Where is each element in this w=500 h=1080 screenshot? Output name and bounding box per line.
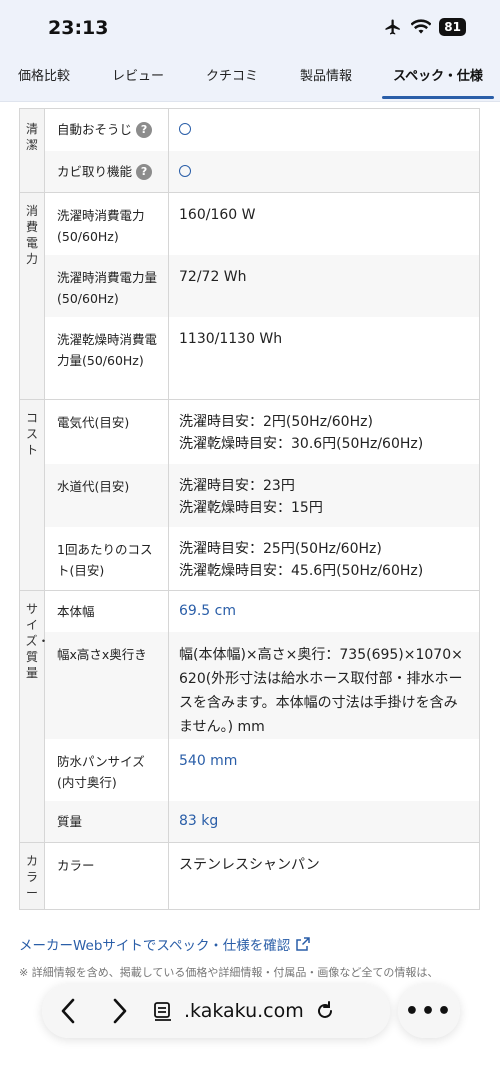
spec-value-link[interactable]: 83 kg (169, 801, 479, 842)
battery-icon: 81 (439, 18, 466, 36)
maker-spec-link[interactable]: メーカーWebサイトでスペック・仕様を確認 (19, 934, 310, 954)
spec-value: 1130/1130 Wh (179, 331, 283, 347)
circle-icon (179, 123, 191, 135)
spec-value: 72/72 Wh (179, 269, 247, 285)
reload-icon[interactable] (314, 1000, 336, 1022)
tab-bar: 価格比較 レビュー クチコミ 製品情報 スペック・仕様 (0, 58, 500, 102)
external-link-icon (296, 937, 310, 951)
spec-label: 質量 (45, 801, 169, 842)
table-row: 洗濯時消費電力量(50/60Hz) 72/72 Wh (45, 255, 479, 317)
spec-label: 水道代(目安) (45, 464, 169, 527)
spec-group-color: カラー カラー ステンレスシャンパン (19, 843, 480, 910)
spec-label: 洗濯時消費電力量(50/60Hz) (45, 255, 169, 317)
tab-specs[interactable]: スペック・仕様 (376, 58, 500, 101)
spec-group-size-weight: サイズ・質量 本体幅 69.5 cm 幅x高さx奥行き 幅(本体幅)×高さ×奥行… (19, 591, 480, 843)
spec-group-power: 消費電力 洗濯時消費電力(50/60Hz) 160/160 W 洗濯時消費電力量… (19, 193, 480, 400)
status-bar: 23:13 81 (0, 0, 500, 58)
tab-reviews[interactable]: レビュー (88, 58, 188, 101)
spec-label: 防水パンサイズ(内寸奥行) (45, 739, 169, 801)
group-label: 消費電力 (20, 193, 45, 399)
spec-table: 清潔 自動おそうじ? カビ取り機能? 消費電力 洗濯時消費電力(50/60Hz)… (19, 108, 480, 910)
url-text[interactable]: .kakaku.com (184, 1000, 304, 1022)
forward-button[interactable] (94, 984, 146, 1038)
spec-value: 幅(本体幅)×高さ×奥行：735(695)×1070×620(外形寸法は給水ホー… (179, 647, 463, 735)
spec-group-cost: コスト 電気代(目安) 洗濯時目安：2円(50Hz/60Hz) 洗濯乾燥時目安：… (19, 400, 480, 591)
spec-value: ステンレスシャンパン (179, 857, 320, 873)
spec-label: 洗濯時消費電力(50/60Hz) (45, 193, 169, 255)
table-row: カラー ステンレスシャンパン (45, 843, 479, 909)
group-label: コスト (20, 400, 45, 590)
spec-group-cleaning: 清潔 自動おそうじ? カビ取り機能? (19, 109, 480, 193)
spec-value-line: 洗濯時目安：25円(50Hz/60Hz) (179, 541, 382, 557)
spec-value-line: 洗濯乾燥時目安：30.6円(50Hz/60Hz) (179, 436, 424, 452)
spec-value-link[interactable]: 69.5 cm (169, 591, 479, 632)
table-row: 質量 83 kg (45, 801, 479, 842)
group-label: カラー (20, 843, 45, 909)
spec-value-line: 洗濯時目安：23円 (179, 478, 295, 494)
table-row: 自動おそうじ? (45, 109, 479, 151)
status-icons: 81 (383, 18, 466, 36)
airplane-icon (385, 19, 401, 35)
table-row: カビ取り機能? (45, 151, 479, 192)
reader-icon[interactable] (152, 1000, 174, 1022)
browser-toolbar: .kakaku.com (42, 984, 390, 1038)
spec-value-line: 洗濯時目安：2円(50Hz/60Hz) (179, 414, 373, 430)
forward-icon (113, 998, 127, 1024)
spec-value: 160/160 W (179, 207, 256, 223)
back-icon (61, 998, 75, 1024)
note-text: ※ 詳細情報を含め、掲載している価格や詳細情報・付属品・画像など全ての情報は、 (19, 966, 439, 979)
table-row: 水道代(目安) 洗濯時目安：23円 洗濯乾燥時目安：15円 (45, 464, 479, 527)
help-icon[interactable]: ? (136, 122, 153, 138)
status-time: 23:13 (48, 17, 109, 39)
tab-price-compare[interactable]: 価格比較 (0, 58, 88, 101)
address-bar[interactable]: .kakaku.com (146, 1000, 390, 1022)
table-row: 本体幅 69.5 cm (45, 591, 479, 632)
tab-word-of-mouth[interactable]: クチコミ (188, 58, 276, 101)
spec-label: 電気代(目安) (45, 400, 169, 464)
spec-label: カラー (45, 843, 169, 909)
group-label: 清潔 (20, 109, 45, 192)
table-row: 幅x高さx奥行き 幅(本体幅)×高さ×奥行：735(695)×1070×620(… (45, 632, 479, 739)
table-row: 洗濯乾燥時消費電力量(50/60Hz) 1130/1130 Wh (45, 317, 479, 399)
spec-label: 洗濯乾燥時消費電力量(50/60Hz) (45, 317, 169, 399)
spec-label: カビ取り機能 (57, 164, 133, 179)
table-row: 1回あたりのコスト(目安) 洗濯時目安：25円(50Hz/60Hz) 洗濯乾燥時… (45, 527, 479, 590)
table-row: 防水パンサイズ(内寸奥行) 540 mm (45, 739, 479, 801)
spec-label: 幅x高さx奥行き (45, 632, 169, 739)
spec-label: 自動おそうじ (57, 122, 133, 137)
group-label: サイズ・質量 (20, 591, 50, 842)
group-label-text: 清潔 (25, 122, 38, 152)
group-label-text: カラー (25, 854, 38, 900)
maker-link-label: メーカーWebサイトでスペック・仕様を確認 (19, 938, 291, 954)
circle-icon (179, 165, 191, 177)
help-icon[interactable]: ? (136, 164, 153, 180)
more-icon[interactable]: ••• (398, 984, 460, 1038)
tab-product-info[interactable]: 製品情報 (276, 58, 376, 101)
table-row: 洗濯時消費電力(50/60Hz) 160/160 W (45, 193, 479, 255)
group-label-text: 消費電力 (25, 204, 38, 266)
wifi-icon (411, 19, 432, 34)
spec-value-line: 洗濯乾燥時目安：15円 (179, 500, 323, 516)
spec-value-line: 洗濯乾燥時目安：45.6円(50Hz/60Hz) (179, 563, 424, 579)
table-row: 電気代(目安) 洗濯時目安：2円(50Hz/60Hz) 洗濯乾燥時目安：30.6… (45, 400, 479, 464)
spec-value-link[interactable]: 540 mm (169, 739, 479, 801)
group-label-text: コスト (25, 411, 38, 457)
spec-label: 本体幅 (45, 591, 169, 632)
spec-label: 1回あたりのコスト(目安) (45, 527, 169, 590)
group-label-text: サイズ・質量 (25, 602, 50, 680)
back-button[interactable] (42, 984, 94, 1038)
